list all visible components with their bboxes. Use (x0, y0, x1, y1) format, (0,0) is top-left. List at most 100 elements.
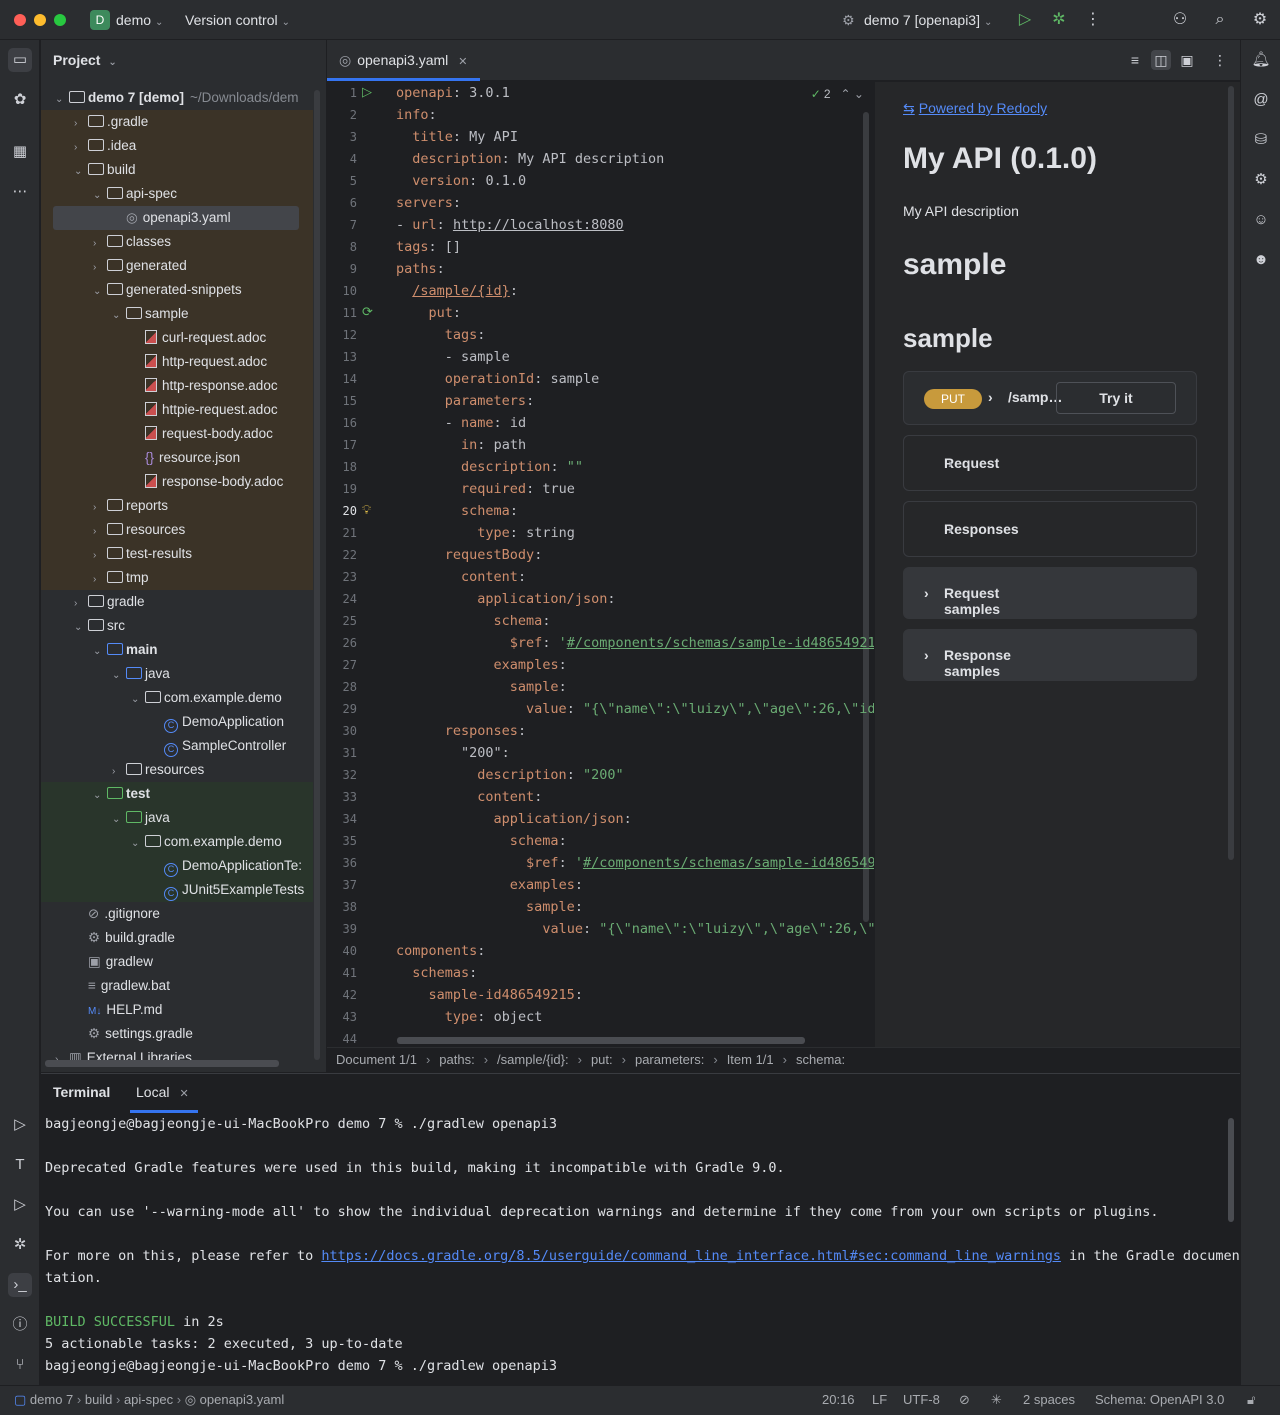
tree-item[interactable]: ⌄ generated-snippets (93, 278, 242, 302)
tree-item[interactable]: › gradle (74, 590, 145, 614)
terminal-icon[interactable]: ›_ (8, 1273, 32, 1297)
breadcrumb-item[interactable]: /sample/{id}: (497, 1052, 569, 1067)
chevron-right-icon[interactable]: › (93, 496, 107, 520)
editor-more-icon[interactable]: ⋮ (1210, 50, 1230, 70)
tree-item[interactable]: {} resource.json (131, 446, 240, 470)
no-inspection-icon[interactable]: ⊘ (959, 1386, 970, 1414)
chevron-right-icon[interactable]: › (93, 256, 107, 280)
git-icon[interactable]: ⑂ (8, 1353, 32, 1377)
chevron-right-icon[interactable]: › (93, 568, 107, 592)
chevron-right-icon[interactable]: › (112, 760, 126, 784)
request-samples-section[interactable]: Request samples › (903, 567, 1197, 619)
line-separator[interactable]: LF (872, 1386, 887, 1414)
chevron-right-icon[interactable]: › (74, 592, 88, 616)
tree-scrollbar[interactable] (314, 90, 320, 1060)
project-switcher[interactable]: demo ⌄ (116, 12, 163, 28)
breadcrumb-item[interactable]: paths: (439, 1052, 474, 1067)
file-encoding[interactable]: UTF-8 (903, 1386, 940, 1414)
tree-item[interactable]: ⌄ com.example.demo (131, 686, 282, 710)
project-folder-icon[interactable]: ▭ (8, 48, 32, 72)
response-samples-section[interactable]: Response samples › (903, 629, 1197, 681)
tree-item[interactable]: ⌄ api-spec (93, 182, 177, 206)
chevron-down-icon[interactable]: ⌄ (74, 160, 88, 184)
minimize-window-button[interactable] (34, 14, 46, 26)
chevron-right-icon[interactable]: › (93, 232, 107, 256)
tree-item[interactable]: httpie-request.adoc (131, 398, 278, 422)
tree-item[interactable]: C DemoApplication (150, 710, 284, 734)
gradle-docs-link[interactable]: https://docs.gradle.org/8.5/userguide/co… (321, 1248, 1061, 1264)
project-panel-title[interactable]: Project ⌄ (53, 52, 117, 68)
chevron-down-icon[interactable]: ⌄ (93, 280, 107, 304)
intention-bulb-icon[interactable]: 💡︎ (362, 502, 371, 518)
tree-item[interactable]: http-request.adoc (131, 350, 267, 374)
chevron-down-icon[interactable]: ⌄ (131, 832, 145, 856)
terminal-scrollbar[interactable] (1228, 1118, 1234, 1222)
tree-item[interactable]: › reports (93, 494, 168, 518)
tree-item[interactable]: ⊘ .gitignore (74, 902, 160, 926)
services-icon[interactable]: ▷ (8, 1113, 32, 1137)
preview-only-icon[interactable]: ▣ (1177, 50, 1197, 70)
chevron-right-icon[interactable]: › (93, 544, 107, 568)
chevron-down-icon[interactable]: ⌄ (74, 616, 88, 640)
tree-item[interactable]: curl-request.adoc (131, 326, 266, 350)
tree-item[interactable]: ▣ gradlew (74, 950, 153, 974)
tree-item[interactable]: C SampleController (150, 734, 286, 758)
run-icon[interactable]: ▷ (8, 1193, 32, 1217)
editor-only-icon[interactable]: ≡ (1125, 50, 1145, 70)
endpoint-gutter-icon[interactable]: ⟳ (362, 304, 373, 320)
endpoint-path[interactable]: /samp… › (988, 389, 1062, 405)
tree-hscrollbar[interactable] (45, 1060, 279, 1067)
tree-item[interactable]: › tmp (93, 566, 149, 590)
tree-item[interactable]: ⌄ sample (112, 302, 189, 326)
tree-item[interactable]: ⌄ demo 7 [demo] ~/Downloads/dem (55, 86, 298, 110)
chevron-down-icon[interactable]: ⌄ (93, 784, 107, 808)
copilot-chat-icon[interactable]: ☻ (1249, 248, 1273, 272)
tree-item[interactable]: › resources (93, 518, 185, 542)
preview-scrollbar[interactable] (1228, 86, 1234, 860)
redocly-link[interactable]: ⇆ Powered by Redocly (903, 100, 1047, 117)
tree-item[interactable]: › .gradle (74, 110, 148, 134)
tree-item[interactable]: ⌄ main (93, 638, 158, 662)
chevron-down-icon[interactable]: ⌄ (131, 688, 145, 712)
tree-item[interactable]: M↓ HELP.md (74, 998, 162, 1022)
problems-icon[interactable]: ⓘ (8, 1313, 32, 1337)
breadcrumb-item[interactable]: parameters: (635, 1052, 704, 1067)
editor-vscrollbar[interactable] (863, 112, 869, 922)
chevron-down-icon[interactable]: ⌄ (112, 808, 126, 832)
tree-item[interactable]: ⚙ settings.gradle (74, 1022, 193, 1046)
request-section[interactable]: Request › (903, 435, 1197, 491)
tree-item[interactable]: ≡ gradlew.bat (74, 974, 170, 998)
chevron-down-icon[interactable]: ⌄ (112, 664, 126, 688)
breadcrumb-item[interactable]: Document 1/1 (336, 1052, 417, 1067)
close-tab-icon[interactable]: ✕ (458, 56, 467, 68)
responses-section[interactable]: Responses › (903, 501, 1197, 557)
notifications-bell-icon[interactable]: 🔔︎ (1249, 48, 1273, 72)
tree-item[interactable]: C JUnit5ExampleTests (150, 878, 304, 902)
breadcrumb-item[interactable]: Item 1/1 (727, 1052, 774, 1067)
caret-position[interactable]: 20:16 (822, 1386, 855, 1414)
chevron-right-icon[interactable]: › (93, 520, 107, 544)
more-tools-icon[interactable]: ⋯ (8, 180, 32, 204)
run-gutter-icon[interactable]: ▷ (362, 84, 372, 100)
tree-item[interactable]: › classes (93, 230, 171, 254)
inspection-widget[interactable]: ✓ 2 ⌃ ⌄ (811, 87, 864, 101)
run-config-selector[interactable]: demo 7 [openapi3] ⌄ (864, 12, 992, 28)
tree-item[interactable]: › resources (112, 758, 204, 782)
more-actions-icon[interactable]: ⋮ (1083, 10, 1103, 30)
tree-item[interactable]: request-body.adoc (131, 422, 273, 446)
split-view-icon[interactable]: ◫ (1151, 50, 1171, 70)
debug-icon[interactable]: ✲ (1049, 10, 1069, 30)
build-hammer-icon[interactable]: T (8, 1153, 32, 1177)
tree-item[interactable]: http-response.adoc (131, 374, 278, 398)
breadcrumb-item[interactable]: put: (591, 1052, 613, 1067)
chevron-down-icon[interactable]: ⌄ (112, 304, 126, 328)
zoom-window-button[interactable] (54, 14, 66, 26)
database-icon[interactable]: ⛁ (1249, 128, 1273, 152)
tree-item[interactable]: ⌄ src (74, 614, 125, 638)
tree-item[interactable]: response-body.adoc (131, 470, 283, 494)
tree-item[interactable]: › .idea (74, 134, 136, 158)
structure-icon[interactable]: ▦ (8, 140, 32, 164)
tree-item[interactable]: ◎ openapi3.yaml (112, 206, 231, 230)
search-icon[interactable]: ⌕ (1210, 10, 1230, 30)
ai-assistant-icon[interactable]: @ (1249, 88, 1273, 112)
